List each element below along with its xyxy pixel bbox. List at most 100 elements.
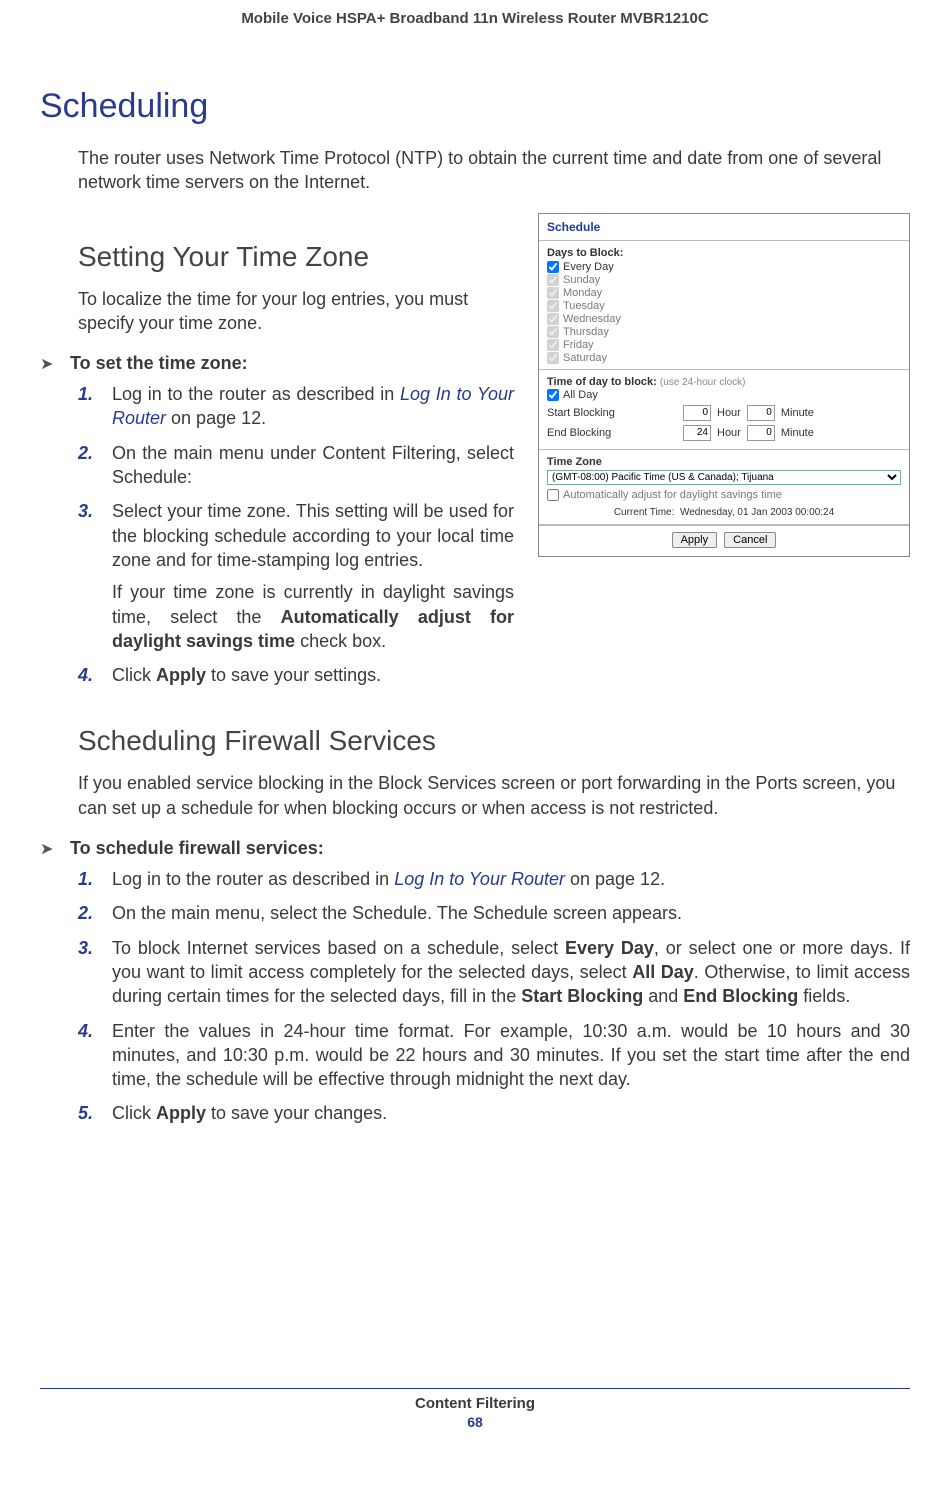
- apply-button[interactable]: Apply: [672, 532, 718, 548]
- unit-label: Hour: [717, 407, 741, 419]
- step-text: to save your changes.: [206, 1103, 387, 1123]
- tz-label: Time Zone: [547, 456, 901, 468]
- checkbox-label: All Day: [563, 389, 598, 401]
- subheading-firewall: Scheduling Firewall Services: [78, 725, 910, 757]
- step-text: Click: [112, 665, 156, 685]
- current-time: Current Time: Wednesday, 01 Jan 2003 00:…: [547, 507, 901, 518]
- ui-term: End Blocking: [683, 986, 798, 1006]
- step: 3. Select your time zone. This setting w…: [78, 499, 514, 653]
- step-text: on page 12.: [166, 408, 266, 428]
- step-text: Log in to the router as described in: [112, 869, 394, 889]
- checkbox[interactable]: [547, 261, 559, 273]
- start-label: Start Blocking: [547, 407, 677, 419]
- checkbox-row[interactable]: Saturday: [547, 352, 901, 364]
- checkbox-row[interactable]: Automatically adjust for daylight saving…: [547, 489, 901, 501]
- step-number: 3.: [78, 936, 93, 960]
- step-text: Click: [112, 1103, 156, 1123]
- step: 4. Enter the values in 24-hour time form…: [78, 1019, 910, 1092]
- checkbox-label: Friday: [563, 339, 594, 351]
- checkbox[interactable]: [547, 389, 559, 401]
- end-hour-input[interactable]: [683, 425, 711, 441]
- step-text: and: [643, 986, 683, 1006]
- step-text: on page 12.: [565, 869, 665, 889]
- checkbox-label: Automatically adjust for daylight saving…: [563, 489, 782, 501]
- start-min-input[interactable]: [747, 405, 775, 421]
- chevron-right-icon: ➤: [40, 354, 60, 374]
- step: 5. Click Apply to save your changes.: [78, 1101, 910, 1125]
- step: 1. Log in to the router as described in …: [78, 867, 910, 891]
- step-text: to save your settings.: [206, 665, 381, 685]
- step-text: check box.: [295, 631, 386, 651]
- footer-section: Content Filtering: [40, 1395, 910, 1412]
- checkbox-label: Saturday: [563, 352, 607, 364]
- ui-term: Start Blocking: [521, 986, 643, 1006]
- checkbox-label: Tuesday: [563, 300, 605, 312]
- chevron-right-icon: ➤: [40, 839, 60, 859]
- step-number: 4.: [78, 663, 93, 687]
- checkbox[interactable]: [547, 326, 559, 338]
- step: 3. To block Internet services based on a…: [78, 936, 910, 1009]
- step-number: 1.: [78, 382, 93, 406]
- step: 2. On the main menu under Content Filter…: [78, 441, 514, 490]
- step: 1. Log in to the router as described in …: [78, 382, 514, 431]
- step-text: fields.: [798, 986, 850, 1006]
- checkbox[interactable]: [547, 300, 559, 312]
- unit-label: Hour: [717, 427, 741, 439]
- ui-term: All Day: [632, 962, 694, 982]
- step-text: On the main menu under Content Filtering…: [112, 443, 514, 487]
- step-text: On the main menu, select the Schedule. T…: [112, 903, 682, 923]
- step-number: 2.: [78, 441, 93, 465]
- panel-title: Schedule: [539, 214, 909, 241]
- cross-reference-link[interactable]: Log In to Your Router: [394, 869, 565, 889]
- step: 4. Click Apply to save your settings.: [78, 663, 514, 687]
- days-label: Days to Block:: [547, 247, 901, 259]
- step-text: To block Internet services based on a sc…: [112, 938, 565, 958]
- step-text: Select your time zone. This setting will…: [112, 501, 514, 570]
- checkbox[interactable]: [547, 313, 559, 325]
- checkbox-label: Wednesday: [563, 313, 621, 325]
- tod-hint: (use 24-hour clock): [660, 377, 746, 388]
- checkbox[interactable]: [547, 352, 559, 364]
- running-head: Mobile Voice HSPA+ Broadband 11n Wireles…: [40, 10, 910, 27]
- tz-lead: To localize the time for your log entrie…: [78, 287, 514, 336]
- step-number: 4.: [78, 1019, 93, 1043]
- checkbox[interactable]: [547, 339, 559, 351]
- checkbox-row[interactable]: Every Day: [547, 261, 901, 273]
- fw-lead: If you enabled service blocking in the B…: [78, 771, 910, 820]
- checkbox[interactable]: [547, 489, 559, 501]
- procedure-title: To schedule firewall services:: [70, 838, 324, 859]
- step-number: 1.: [78, 867, 93, 891]
- ui-term: Apply: [156, 1103, 206, 1123]
- checkbox-row[interactable]: Wednesday: [547, 313, 901, 325]
- intro-text: The router uses Network Time Protocol (N…: [78, 146, 910, 195]
- checkbox[interactable]: [547, 274, 559, 286]
- procedure-title: To set the time zone:: [70, 353, 248, 374]
- step-text: Log in to the router as described in: [112, 384, 400, 404]
- checkbox-row[interactable]: Thursday: [547, 326, 901, 338]
- checkbox[interactable]: [547, 287, 559, 299]
- start-hour-input[interactable]: [683, 405, 711, 421]
- end-min-input[interactable]: [747, 425, 775, 441]
- step-number: 5.: [78, 1101, 93, 1125]
- timezone-select[interactable]: (GMT-08:00) Pacific Time (US & Canada); …: [547, 470, 901, 485]
- tod-label: Time of day to block:: [547, 376, 657, 388]
- checkbox-label: Thursday: [563, 326, 609, 338]
- footer-page-number: 68: [40, 1414, 910, 1430]
- checkbox-row[interactable]: All Day: [547, 389, 901, 401]
- subheading-timezone: Setting Your Time Zone: [78, 241, 514, 273]
- page-footer: Content Filtering 68: [40, 1388, 910, 1430]
- checkbox-row[interactable]: Tuesday: [547, 300, 901, 312]
- screenshot-schedule: Schedule Days to Block: Every Day Sunday…: [538, 213, 910, 557]
- page-title: Scheduling: [40, 87, 910, 126]
- unit-label: Minute: [781, 407, 814, 419]
- unit-label: Minute: [781, 427, 814, 439]
- step-number: 3.: [78, 499, 93, 523]
- checkbox-row[interactable]: Monday: [547, 287, 901, 299]
- ui-term: Every Day: [565, 938, 654, 958]
- checkbox-row[interactable]: Sunday: [547, 274, 901, 286]
- end-label: End Blocking: [547, 427, 677, 439]
- cancel-button[interactable]: Cancel: [724, 532, 776, 548]
- step-text: Enter the values in 24-hour time format.…: [112, 1021, 910, 1090]
- checkbox-label: Sunday: [563, 274, 600, 286]
- checkbox-row[interactable]: Friday: [547, 339, 901, 351]
